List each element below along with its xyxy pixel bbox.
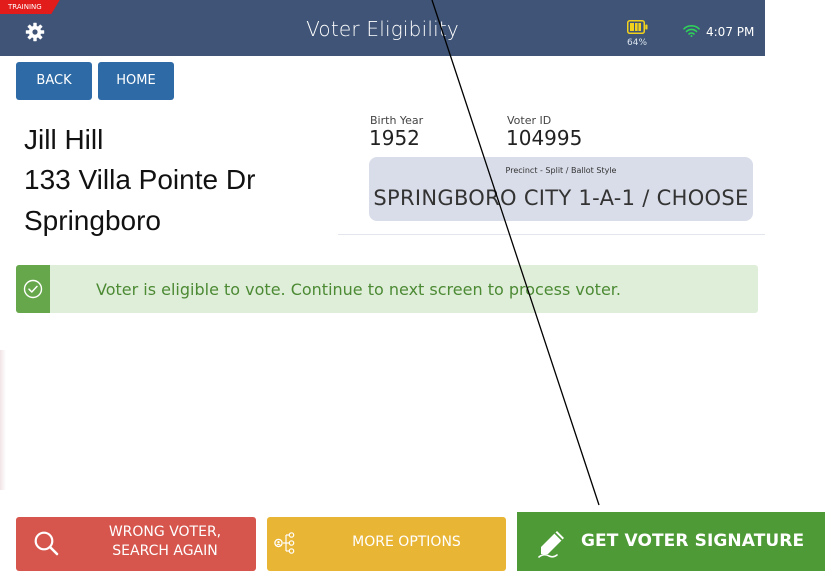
check-circle-icon	[23, 279, 43, 299]
birth-year-value: 1952	[369, 126, 420, 150]
precinct-box[interactable]: Precinct - Split / Ballot Style SPRINGBO…	[369, 157, 753, 221]
more-options-button[interactable]: MORE OPTIONS	[267, 517, 506, 571]
eligibility-message: Voter is eligible to vote. Continue to n…	[96, 280, 621, 299]
voter-city: Springboro	[24, 205, 161, 236]
pen-icon	[538, 531, 564, 558]
voter-address: 133 Villa Pointe Dr	[24, 164, 256, 195]
edge-artifact	[0, 350, 6, 490]
wrong-voter-label: WRONG VOTER, SEARCH AGAIN	[80, 523, 250, 561]
voter-name: Jill Hill	[24, 124, 104, 155]
training-badge: TRAINING	[0, 0, 60, 14]
precinct-value: SPRINGBORO CITY 1-A-1 / CHOOSE	[373, 186, 749, 210]
divider	[338, 234, 765, 235]
back-button[interactable]: BACK	[16, 62, 92, 100]
wrong-voter-line2: SEARCH AGAIN	[112, 543, 218, 559]
wrong-voter-button[interactable]: WRONG VOTER, SEARCH AGAIN	[16, 517, 256, 571]
battery-icon	[627, 20, 648, 34]
voter-eligibility-screen: TRAINING Voter Eligibility 64% 4:07 PM B…	[0, 0, 825, 571]
page-title: Voter Eligibility	[306, 17, 459, 41]
eligibility-banner: Voter is eligible to vote. Continue to n…	[16, 265, 758, 313]
wifi-icon	[683, 25, 700, 37]
wrong-voter-line1: WRONG VOTER,	[108, 524, 222, 540]
home-button[interactable]: HOME	[98, 62, 174, 100]
precinct-label: Precinct - Split / Ballot Style	[505, 166, 617, 175]
top-bar: TRAINING Voter Eligibility 64% 4:07 PM	[0, 0, 765, 56]
clock: 4:07 PM	[706, 25, 755, 39]
battery-percent: 64%	[627, 38, 648, 48]
search-icon	[34, 531, 59, 556]
more-options-label: MORE OPTIONS	[352, 534, 461, 550]
banner-icon-area	[16, 265, 50, 313]
get-voter-signature-label: GET VOTER SIGNATURE	[581, 531, 805, 551]
voter-id-value: 104995	[506, 126, 583, 150]
get-voter-signature-button[interactable]: GET VOTER SIGNATURE	[517, 512, 825, 571]
